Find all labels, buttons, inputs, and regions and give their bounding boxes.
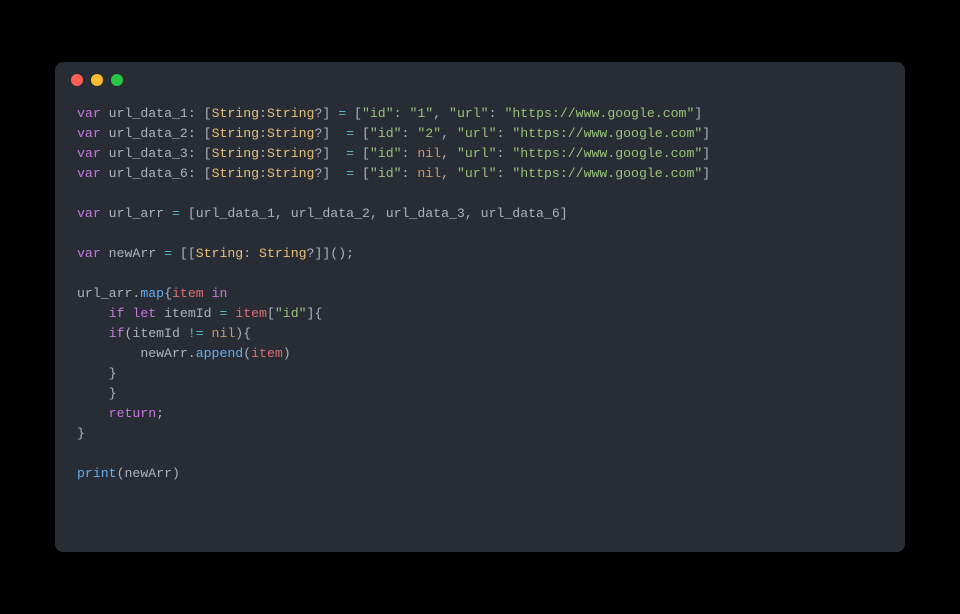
print-call: print	[77, 466, 117, 481]
code-editor[interactable]: var url_data_1: [String:String?] = ["id"…	[55, 98, 905, 502]
keyword-var: var	[77, 106, 101, 121]
zoom-icon[interactable]	[111, 74, 123, 86]
minimize-icon[interactable]	[91, 74, 103, 86]
window-titlebar	[55, 62, 905, 98]
identifier: url_data_1	[109, 106, 188, 121]
close-icon[interactable]	[71, 74, 83, 86]
code-window: var url_data_1: [String:String?] = ["id"…	[55, 62, 905, 552]
